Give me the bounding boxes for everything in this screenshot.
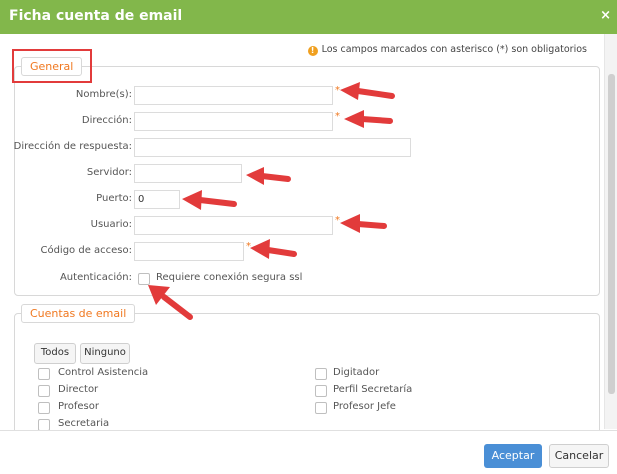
cuenta-label: Profesor Jefe — [333, 401, 396, 412]
scrollbar-thumb[interactable] — [608, 74, 615, 394]
annotation-arrow-icon — [340, 82, 395, 100]
cuenta-checkbox[interactable] — [38, 402, 50, 414]
cuenta-checkbox[interactable] — [38, 419, 50, 430]
cuenta-checkbox[interactable] — [315, 402, 327, 414]
cuenta-label: Director — [58, 384, 99, 395]
annotation-arrow-icon — [250, 239, 297, 259]
cuenta-checkbox[interactable] — [38, 368, 50, 380]
annotation-arrow-icon — [182, 190, 237, 210]
cuenta-checkbox[interactable] — [38, 385, 50, 397]
cuenta-label: Perfil Secretaría — [333, 384, 413, 395]
cuenta-label: Profesor — [58, 401, 99, 412]
cuenta-label: Digitador — [333, 367, 380, 378]
cuentas-list: Control Asistencia Director Profesor Sec… — [0, 0, 617, 430]
annotation-arrow-icon — [246, 167, 291, 185]
annotation-arrow-icon — [148, 285, 193, 320]
scrollbar[interactable] — [604, 34, 617, 429]
annotation-arrow-icon — [344, 110, 393, 128]
cuenta-label: Secretaria — [58, 418, 110, 429]
cuenta-label: Control Asistencia — [58, 367, 149, 378]
cancel-button[interactable]: Cancelar — [549, 444, 609, 468]
annotation-arrow-icon — [340, 214, 387, 233]
cuenta-checkbox[interactable] — [315, 368, 327, 380]
accept-button[interactable]: Aceptar — [484, 444, 542, 468]
cuenta-checkbox[interactable] — [315, 385, 327, 397]
